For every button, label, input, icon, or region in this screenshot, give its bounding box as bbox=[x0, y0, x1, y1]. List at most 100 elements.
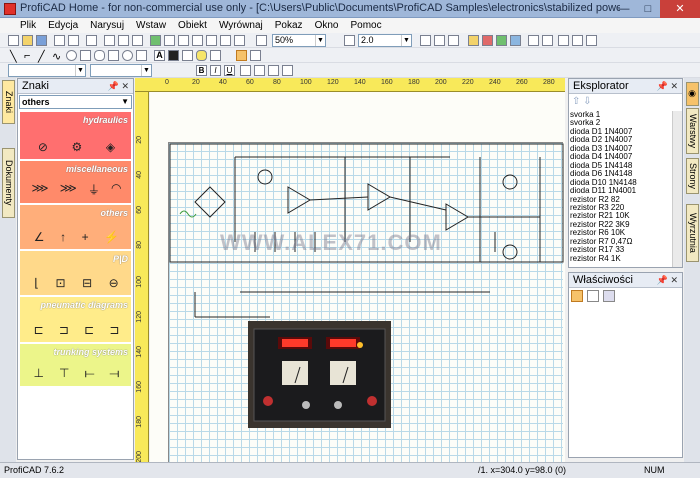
font-select[interactable]: ▼ bbox=[8, 64, 86, 77]
symbol-item[interactable]: ⊟ bbox=[82, 276, 92, 290]
select-icon[interactable] bbox=[220, 35, 231, 46]
italic-icon[interactable]: I bbox=[210, 65, 221, 76]
callout-tool-icon[interactable] bbox=[196, 50, 207, 61]
zoom-icon[interactable] bbox=[256, 35, 267, 46]
align-icon[interactable] bbox=[234, 35, 245, 46]
menu-pomoc[interactable]: Pomoc bbox=[344, 18, 387, 33]
line-width-select[interactable]: 2.0 ▼ bbox=[358, 34, 412, 47]
menu-obiekt[interactable]: Obiekt bbox=[172, 18, 213, 33]
text-tool-icon[interactable]: A bbox=[154, 50, 165, 61]
fill-tool-icon[interactable] bbox=[168, 50, 179, 61]
symbol-item[interactable]: ⊘ bbox=[38, 140, 48, 154]
symbol-item[interactable]: ⊥ bbox=[34, 366, 44, 381]
symbol-item[interactable]: ⚡ bbox=[104, 230, 119, 244]
symbol-item[interactable]: ⊤ bbox=[59, 366, 69, 381]
arc-tool-icon[interactable] bbox=[122, 50, 133, 61]
symbol-item[interactable]: ⊐ bbox=[59, 323, 69, 337]
app-icon[interactable] bbox=[4, 3, 16, 15]
line-tool-icon[interactable]: ╲ bbox=[10, 50, 21, 63]
symbol-item[interactable]: ⊖ bbox=[109, 276, 119, 290]
underline-icon[interactable]: U bbox=[224, 65, 235, 76]
ellipse-tool-icon[interactable] bbox=[94, 50, 105, 61]
print-icon[interactable] bbox=[86, 35, 97, 46]
tab-strony[interactable]: Strony bbox=[686, 158, 699, 194]
symbol-item[interactable]: ⏚ bbox=[88, 181, 100, 198]
drawing-canvas[interactable]: WWW.ALEX71.COM bbox=[150, 92, 565, 462]
text-icon[interactable] bbox=[164, 35, 175, 46]
align-right-icon[interactable] bbox=[268, 65, 279, 76]
symbol-item[interactable]: ↑ bbox=[60, 230, 66, 244]
bom-icon[interactable] bbox=[572, 35, 583, 46]
rectangle-tool-icon[interactable] bbox=[80, 50, 91, 61]
symbol-item[interactable]: ◈ bbox=[106, 140, 115, 154]
tab-znaki[interactable]: Znaki bbox=[2, 80, 15, 124]
category-select[interactable]: others ▼ bbox=[19, 95, 132, 109]
align-left-icon[interactable] bbox=[240, 65, 251, 76]
list-icon[interactable] bbox=[558, 35, 569, 46]
symbol-item[interactable]: ⋙ bbox=[60, 181, 77, 198]
redo-icon[interactable] bbox=[68, 35, 79, 46]
close-button[interactable]: ✕ bbox=[660, 0, 700, 18]
symbol-item[interactable]: ⋙ bbox=[32, 181, 49, 198]
symbol-item[interactable]: ⟝ bbox=[84, 366, 94, 381]
export-icon[interactable] bbox=[528, 35, 539, 46]
minimize-button[interactable]: — bbox=[612, 0, 636, 18]
report-icon[interactable] bbox=[542, 35, 553, 46]
paste-icon[interactable] bbox=[132, 35, 143, 46]
cut-icon[interactable] bbox=[104, 35, 115, 46]
dimension-tool-icon[interactable] bbox=[182, 50, 193, 61]
menu-pokaz[interactable]: Pokaz bbox=[269, 18, 309, 33]
new-file-icon[interactable] bbox=[8, 35, 19, 46]
symbol-item[interactable]: ⊏ bbox=[84, 323, 94, 337]
copy-icon[interactable] bbox=[118, 35, 129, 46]
line-style-icon[interactable] bbox=[344, 35, 355, 46]
font-size-select[interactable]: ▼ bbox=[90, 64, 152, 77]
wire-tool-icon[interactable]: ╱ bbox=[38, 50, 49, 63]
image-icon[interactable] bbox=[150, 35, 161, 46]
polyline-tool-icon[interactable]: ⌐ bbox=[24, 50, 35, 62]
arrow-up-icon[interactable]: ⇧ bbox=[572, 96, 580, 107]
alphabetical-icon[interactable] bbox=[587, 290, 599, 302]
undo-icon[interactable] bbox=[54, 35, 65, 46]
grid-icon[interactable] bbox=[178, 35, 189, 46]
binoculars-icon[interactable] bbox=[586, 35, 597, 46]
property-pages-icon[interactable] bbox=[603, 290, 615, 302]
polygon-tool-icon[interactable] bbox=[108, 50, 119, 61]
pin-close-icons[interactable]: 📌 ✕ bbox=[657, 273, 678, 288]
arrow-tool-icon[interactable] bbox=[210, 50, 221, 61]
pin-close-icons[interactable]: 📌 ✕ bbox=[108, 79, 129, 94]
arrow-down-icon[interactable]: ⇩ bbox=[583, 96, 591, 107]
menu-plik[interactable]: Plik bbox=[14, 18, 42, 33]
component-icon[interactable] bbox=[496, 35, 507, 46]
power-supply-photo[interactable] bbox=[248, 321, 391, 428]
layout-icon[interactable] bbox=[420, 35, 431, 46]
menu-wyrownaj[interactable]: Wyrównaj bbox=[213, 18, 269, 33]
pin-close-icons[interactable]: 📌 ✕ bbox=[657, 79, 678, 94]
circle-tool-icon[interactable] bbox=[66, 50, 77, 61]
categorized-icon[interactable] bbox=[571, 290, 583, 302]
table-icon[interactable] bbox=[206, 35, 217, 46]
symbol-item[interactable]: ⟞ bbox=[109, 366, 119, 381]
eraser-tool-icon[interactable] bbox=[136, 50, 147, 61]
tab-pin[interactable]: ◉ bbox=[686, 82, 699, 106]
symbol-item[interactable]: ∠ bbox=[34, 230, 45, 244]
tab-warstwy[interactable]: Warstwy bbox=[686, 108, 699, 154]
symbol-item[interactable]: ⌊ bbox=[34, 276, 39, 290]
align-center-icon[interactable] bbox=[254, 65, 265, 76]
folder-icon[interactable] bbox=[468, 35, 479, 46]
maximize-button[interactable]: □ bbox=[636, 0, 660, 18]
hand-tool-icon[interactable] bbox=[250, 50, 261, 61]
zoom-select[interactable]: 50% ▼ bbox=[272, 34, 326, 47]
menu-wstaw[interactable]: Wstaw bbox=[130, 18, 172, 33]
open-folder-icon[interactable] bbox=[22, 35, 33, 46]
bold-icon[interactable]: B bbox=[196, 65, 207, 76]
save-icon[interactable] bbox=[36, 35, 47, 46]
symbol-item[interactable]: ⊏ bbox=[34, 323, 44, 337]
explorer-item[interactable]: rezistor R4 1K bbox=[570, 254, 673, 263]
explorer-scrollbar[interactable] bbox=[672, 111, 682, 267]
symbol-item[interactable]: ◠ bbox=[111, 181, 121, 198]
menu-okno[interactable]: Okno bbox=[309, 18, 345, 33]
rows-icon[interactable] bbox=[448, 35, 459, 46]
symbol-item[interactable]: ⚙ bbox=[72, 140, 83, 154]
symbol-item[interactable]: ⊡ bbox=[55, 276, 65, 290]
